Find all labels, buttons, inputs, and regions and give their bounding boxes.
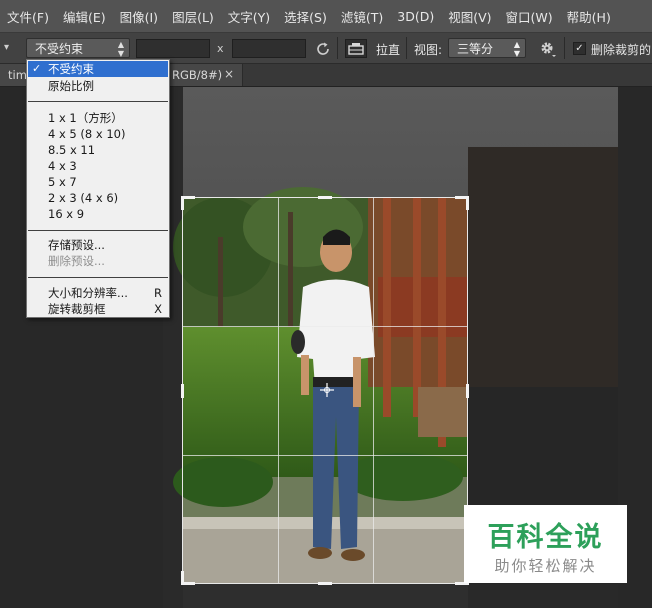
dropdown-item-label: 删除预设... xyxy=(48,254,105,268)
overlay-view-label: 视图: xyxy=(414,43,443,57)
crosshair-icon xyxy=(320,383,334,397)
crop-ratio-dropdown: ✓ 不受约束 原始比例 1 x 1（方形） 4 x 5 (8 x 10) 8.5… xyxy=(26,59,170,318)
dropdown-item-unconstrained[interactable]: ✓ 不受约束 xyxy=(28,61,168,77)
select-arrows-icon: ▲ ▼ xyxy=(513,40,520,58)
grid-line-horizontal xyxy=(183,326,467,327)
dropdown-item-label: 存储预设... xyxy=(48,238,105,252)
toolbar-divider xyxy=(406,37,407,59)
overlay-view-select[interactable]: 三等分 ▲ ▼ xyxy=(448,38,526,58)
watermark-logo: 百科全说 助你轻松解决 xyxy=(464,505,627,583)
crop-handle-top[interactable] xyxy=(318,196,332,199)
delete-cropped-checkbox[interactable]: ✓ xyxy=(573,42,586,55)
crop-handle-right[interactable] xyxy=(466,384,469,398)
gear-icon[interactable] xyxy=(539,40,557,58)
document-tab-title-start: tim xyxy=(8,68,27,82)
crop-ratio-value: 不受约束 xyxy=(35,42,84,56)
dropdown-item-save-preset[interactable]: 存储预设... xyxy=(28,237,168,253)
dropdown-item-label: 1 x 1（方形） xyxy=(48,111,123,125)
dropdown-item-delete-preset: 删除预设... xyxy=(28,253,168,269)
dimension-separator: x xyxy=(217,42,224,55)
menu-view[interactable]: 视图(V) xyxy=(441,7,498,26)
grid-line-horizontal xyxy=(183,455,467,456)
check-icon: ✓ xyxy=(32,62,42,75)
menu-layer[interactable]: 图层(L) xyxy=(165,7,221,26)
dropdown-item-4x3[interactable]: 4 x 3 xyxy=(28,158,168,174)
grid-line-vertical xyxy=(373,198,374,583)
menu-select[interactable]: 选择(S) xyxy=(277,7,334,26)
dropdown-item-label: 8.5 x 11 xyxy=(48,143,96,157)
toolbar-divider xyxy=(337,37,338,59)
dropdown-item-label: 不受约束 xyxy=(48,62,94,76)
dropdown-item-label: 大小和分辨率... xyxy=(48,286,128,300)
watermark-title: 百科全说 xyxy=(487,522,604,553)
overlay-view-value: 三等分 xyxy=(457,42,494,56)
crop-width-input[interactable] xyxy=(136,39,210,58)
dropdown-item-16x9[interactable]: 16 x 9 xyxy=(28,206,168,222)
menu-window[interactable]: 窗口(W) xyxy=(499,7,560,26)
grid-line-vertical xyxy=(278,198,279,583)
delete-cropped-label[interactable]: 删除裁剪的 xyxy=(591,41,651,58)
dropdown-item-shortcut: R xyxy=(154,286,162,300)
document-tab-title-end: RGB/8#) xyxy=(172,68,223,82)
dropdown-separator xyxy=(28,230,168,231)
dropdown-item-shortcut: X xyxy=(154,302,162,316)
dropdown-item-1x1[interactable]: 1 x 1（方形） xyxy=(28,110,168,126)
crop-handle-bottom-left[interactable] xyxy=(181,571,184,585)
crop-handle-bottom[interactable] xyxy=(318,582,332,585)
dropdown-item-original-ratio[interactable]: 原始比例 xyxy=(28,78,168,94)
crop-handle-top-left[interactable] xyxy=(181,196,184,210)
menu-filter[interactable]: 滤镜(T) xyxy=(334,7,390,26)
dropdown-item-label: 原始比例 xyxy=(48,79,94,93)
dropdown-item-rotate-crop-box[interactable]: 旋转裁剪框 X xyxy=(28,301,168,317)
menu-help[interactable]: 帮助(H) xyxy=(560,7,618,26)
dropdown-item-5x7[interactable]: 5 x 7 xyxy=(28,174,168,190)
dropdown-item-8-5x11[interactable]: 8.5 x 11 xyxy=(28,142,168,158)
crop-height-input[interactable] xyxy=(232,39,306,58)
menu-bar: 文件(F) 编辑(E) 图像(I) 图层(L) 文字(Y) 选择(S) 滤镜(T… xyxy=(0,0,652,33)
menu-3d[interactable]: 3D(D) xyxy=(390,9,441,24)
select-arrows-icon: ▲ ▼ xyxy=(117,40,124,58)
dropdown-item-label: 2 x 3 (4 x 6) xyxy=(48,191,119,205)
dropdown-item-size-resolution[interactable]: 大小和分辨率... R xyxy=(28,285,168,301)
straighten-label[interactable]: 拉直 xyxy=(376,41,400,58)
dropdown-item-label: 5 x 7 xyxy=(48,175,77,189)
dropdown-item-4x5[interactable]: 4 x 5 (8 x 10) xyxy=(28,126,168,142)
dropdown-separator xyxy=(28,101,168,102)
swap-dimensions-icon[interactable] xyxy=(315,41,331,57)
straighten-icon[interactable] xyxy=(345,39,367,58)
crop-handle-top-right[interactable] xyxy=(466,196,469,210)
dropdown-item-label: 4 x 5 (8 x 10) xyxy=(48,127,126,141)
tool-preset-dropdown-icon[interactable]: ▾ xyxy=(4,40,18,56)
menu-file[interactable]: 文件(F) xyxy=(0,7,56,26)
menu-type[interactable]: 文字(Y) xyxy=(221,7,277,26)
close-icon[interactable]: × xyxy=(224,67,234,81)
dropdown-item-2x3[interactable]: 2 x 3 (4 x 6) xyxy=(28,190,168,206)
crop-handle-left[interactable] xyxy=(181,384,184,398)
dropdown-item-label: 旋转裁剪框 xyxy=(48,302,106,316)
crop-ratio-select[interactable]: 不受约束 ▲ ▼ xyxy=(26,38,130,58)
dropdown-item-label: 16 x 9 xyxy=(48,207,85,221)
toolbar-divider xyxy=(564,37,565,59)
dropdown-separator xyxy=(28,277,168,278)
menu-image[interactable]: 图像(I) xyxy=(113,7,165,26)
menu-edit[interactable]: 编辑(E) xyxy=(56,7,113,26)
dropdown-item-label: 4 x 3 xyxy=(48,159,77,173)
watermark-subtitle: 助你轻松解决 xyxy=(494,557,597,575)
